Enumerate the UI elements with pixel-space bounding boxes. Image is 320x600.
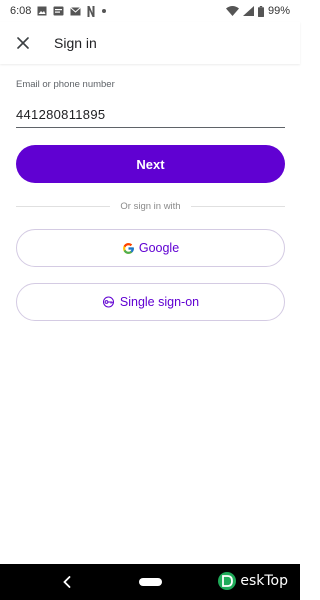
back-button[interactable]: [60, 574, 74, 590]
desktop-logo-icon: [218, 572, 237, 590]
divider: Or sign in with: [16, 199, 285, 213]
battery-percent: 99%: [267, 5, 290, 17]
divider-line-right: [190, 205, 285, 207]
divider-text: Or sign in with: [120, 200, 181, 212]
netflix-icon: [87, 5, 95, 17]
email-field[interactable]: [16, 101, 285, 128]
dot-icon: [101, 8, 107, 14]
navigation-bar: eskTop: [0, 564, 300, 600]
google-button-label: Google: [138, 241, 180, 255]
status-time: 6:08: [10, 5, 32, 17]
divider-line-left: [16, 205, 111, 207]
watermark-text: eskTop: [240, 573, 288, 589]
google-icon: [122, 242, 135, 255]
email-field-label: Email or phone number: [16, 79, 115, 90]
status-left: 6:08: [10, 5, 107, 17]
image-icon: [37, 6, 47, 16]
status-bar: 6:08 99%: [0, 0, 300, 22]
google-signin-button[interactable]: Google: [16, 229, 285, 267]
home-button[interactable]: [139, 578, 162, 586]
battery-icon: [257, 5, 264, 17]
close-button[interactable]: [12, 32, 34, 54]
sso-signin-button[interactable]: Single sign-on: [16, 283, 285, 321]
mail-icon: [70, 6, 82, 16]
status-right: 99%: [225, 5, 290, 17]
signal-icon: [242, 6, 254, 16]
app-bar: Sign in: [0, 22, 300, 64]
notification-badge-icon: [53, 6, 64, 16]
page-title: Sign in: [54, 35, 97, 51]
watermark: eskTop: [217, 571, 288, 591]
back-chevron-icon: [63, 576, 71, 588]
key-icon: [102, 296, 116, 308]
wifi-icon: [225, 6, 239, 16]
next-button[interactable]: Next: [16, 145, 285, 183]
sso-button-label: Single sign-on: [119, 295, 200, 309]
close-icon: [17, 37, 29, 49]
